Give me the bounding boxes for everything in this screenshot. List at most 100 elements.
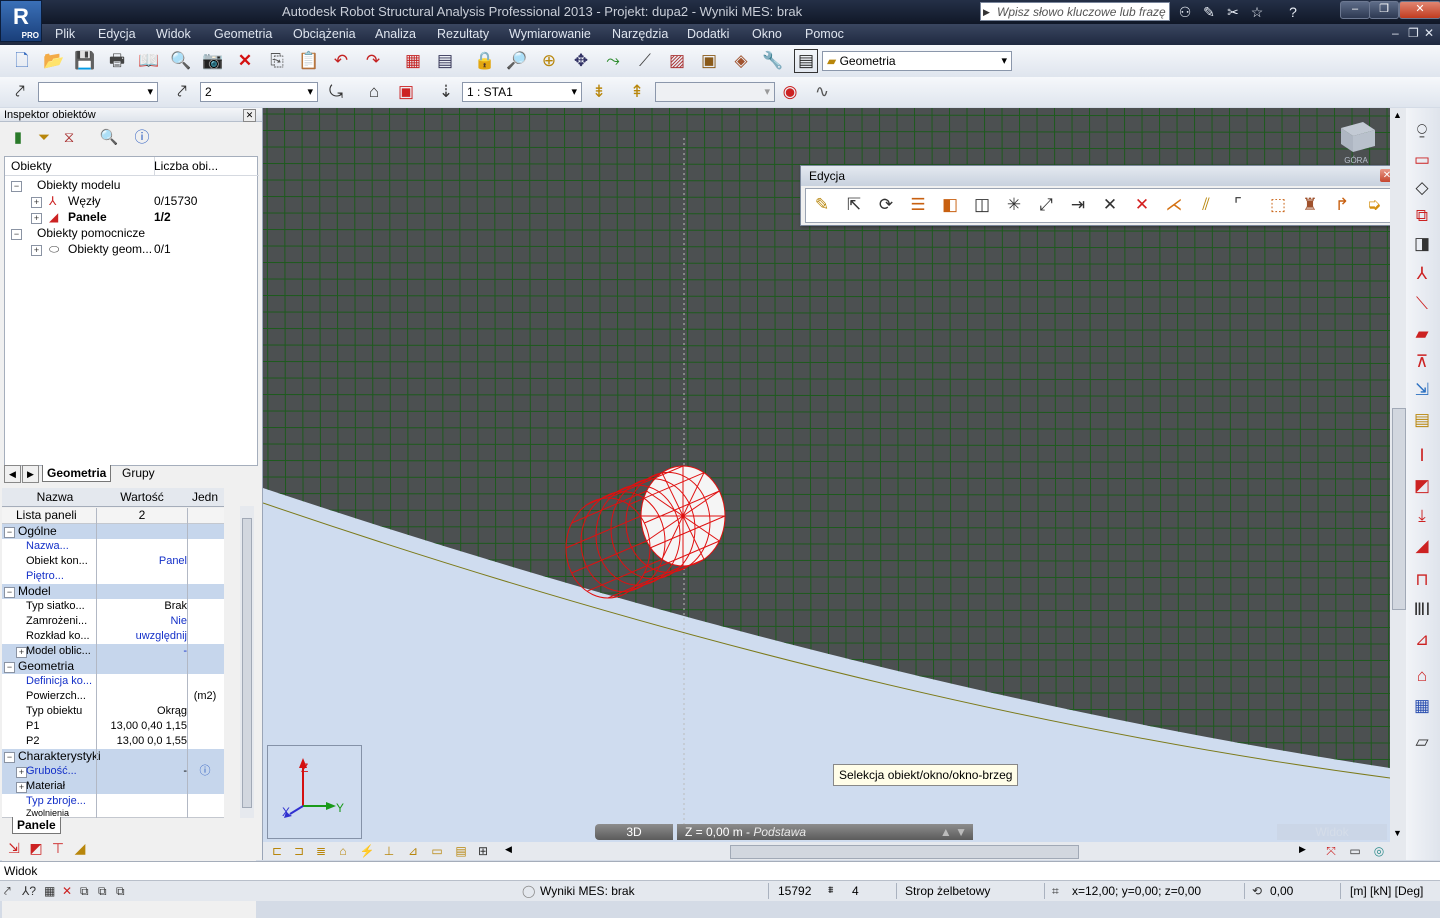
view-tool-icon[interactable]: ⊐ bbox=[287, 839, 311, 863]
structure-icon[interactable]: ⟋ bbox=[633, 49, 657, 73]
tree-collapse-icon[interactable]: − bbox=[11, 181, 22, 192]
prop-value[interactable]: Brak bbox=[97, 599, 187, 614]
loads-icon[interactable]: ⇲ bbox=[1410, 378, 1434, 402]
status-tool-icon[interactable]: ⧉ bbox=[98, 881, 107, 901]
group-collapse-icon[interactable]: − bbox=[4, 527, 15, 538]
prop-row[interactable]: P1 13,00 0,40 1,15 bbox=[2, 719, 224, 735]
view-tool-icon[interactable]: ≣ bbox=[309, 839, 333, 863]
edit-rotate-icon[interactable]: ⟳ bbox=[874, 193, 898, 217]
prop-value[interactable]: 13,00 0,40 1,15 bbox=[97, 719, 187, 734]
filter-icon[interactable]: ⤿ bbox=[324, 80, 348, 104]
viewcube[interactable]: GÓRA bbox=[1333, 120, 1379, 165]
supports-icon[interactable]: ⊼ bbox=[1410, 350, 1434, 374]
cube-section-icon[interactable]: ◩ bbox=[1410, 474, 1434, 498]
view-tool-icon[interactable]: ⊞ bbox=[471, 839, 495, 863]
exchange-icon[interactable]: ✂ bbox=[1224, 3, 1242, 21]
zoom-icon[interactable]: 🔎 bbox=[505, 49, 529, 73]
prop-value[interactable]: uwzględnij bbox=[97, 629, 187, 644]
props-scrollbar[interactable] bbox=[240, 506, 254, 818]
bottom-tool-icon[interactable]: ◩ bbox=[24, 836, 48, 860]
mdi-restore-icon[interactable]: ❐ bbox=[1408, 26, 1419, 40]
edit-move-icon[interactable]: ⇱ bbox=[842, 193, 866, 217]
frame-icon[interactable]: ⅢⅠ bbox=[1410, 598, 1434, 622]
menu-okno[interactable]: Okno bbox=[752, 27, 782, 41]
star-icon[interactable]: ☆ bbox=[1248, 3, 1266, 21]
panel-selection-combo[interactable]: 2 bbox=[200, 82, 318, 102]
edit-symmetry-icon[interactable]: ◫ bbox=[970, 193, 994, 217]
panel-list-row[interactable]: Lista paneli 2 bbox=[2, 508, 224, 524]
tree-node-auxiliary[interactable]: Obiekty pomocnicze bbox=[37, 225, 145, 241]
section-icon[interactable]: ▭ bbox=[1410, 148, 1434, 172]
select-node-icon[interactable]: ⤤ bbox=[8, 80, 32, 104]
menu-dodatki[interactable]: Dodatki bbox=[687, 27, 729, 41]
edit-corner-icon[interactable]: ⌜ bbox=[1226, 193, 1250, 217]
paste-icon[interactable]: 📋 bbox=[297, 49, 321, 73]
status-tool-icon[interactable]: ⅄? bbox=[22, 881, 36, 901]
releases-icon[interactable]: ▤ bbox=[1410, 408, 1434, 432]
menu-narzedzia[interactable]: Narzędzia bbox=[612, 27, 668, 41]
minimize-button[interactable]: – bbox=[1340, 1, 1370, 19]
tab-panele[interactable]: Panele bbox=[12, 817, 61, 834]
edit-brush-icon[interactable]: ✎ bbox=[810, 193, 834, 217]
view-mode-button[interactable]: 3D bbox=[595, 824, 673, 840]
prop-row[interactable]: Typ siatko... Brak bbox=[2, 599, 224, 615]
prop-row[interactable]: P2 13,00 0,0 1,55 bbox=[2, 734, 224, 750]
menu-wymiarowanie[interactable]: Wymiarowanie bbox=[509, 27, 591, 41]
tab-grupy[interactable]: Grupy bbox=[118, 465, 159, 481]
structure-type-icon[interactable]: ⍜ bbox=[1410, 118, 1434, 142]
edit-revolve-icon[interactable]: ♜ bbox=[1298, 193, 1322, 217]
inspector-select-icon[interactable]: ▮ bbox=[6, 126, 30, 150]
deformation-icon[interactable]: ∿ bbox=[810, 80, 834, 104]
prop-row[interactable]: Obiekt kon... Panel bbox=[2, 554, 224, 570]
layers-icon[interactable]: ▱ bbox=[1410, 730, 1434, 754]
save-icon[interactable]: 💾 bbox=[73, 49, 97, 73]
view-tool-icon[interactable]: ⌂ bbox=[331, 839, 355, 863]
hscroll-left-icon[interactable]: ◀ bbox=[505, 844, 512, 855]
view-option-icon[interactable]: ▭ bbox=[1343, 839, 1367, 863]
zoom-all-icon[interactable]: ⊕ bbox=[537, 49, 561, 73]
node-selection-combo[interactable] bbox=[38, 82, 158, 102]
prop-row[interactable]: Rozkład ko... uwzględnij bbox=[2, 629, 224, 645]
profile-icon[interactable]: ◨ bbox=[1410, 232, 1434, 256]
load-view-icon[interactable]: ⇞ bbox=[625, 80, 649, 104]
layout-icon[interactable]: ▤ bbox=[794, 49, 818, 73]
camera-icon[interactable]: 📷 bbox=[201, 49, 225, 73]
inspector-help-icon[interactable]: ⓘ bbox=[130, 126, 154, 150]
help-icon[interactable]: ? bbox=[1284, 3, 1302, 21]
prop-row[interactable]: Powierzch... (m2) bbox=[2, 689, 224, 705]
menu-plik[interactable]: Plik bbox=[55, 27, 75, 41]
copy-icon[interactable]: ⎘ bbox=[265, 49, 289, 73]
prop-value[interactable]: Okrąg bbox=[97, 704, 187, 719]
building-icon[interactable]: ⌂ bbox=[1410, 664, 1434, 688]
panels-icon[interactable]: ▰ bbox=[1410, 322, 1434, 346]
search-input[interactable]: Wpisz słowo kluczowe lub frazę bbox=[980, 2, 1170, 22]
print-icon[interactable]: 🖶 bbox=[105, 49, 129, 73]
edit-profile-icon[interactable]: ➭ bbox=[1362, 193, 1386, 217]
wrench-icon[interactable]: 🔧 bbox=[761, 49, 785, 73]
prop-value[interactable]: - bbox=[97, 644, 187, 659]
edit-trim-icon[interactable]: ✕ bbox=[1130, 193, 1154, 217]
stairs-icon[interactable]: ⊿ bbox=[1410, 628, 1434, 652]
view-tool-icon[interactable]: ⊥ bbox=[377, 839, 401, 863]
binoculars-icon[interactable]: ⚇ bbox=[1176, 3, 1194, 21]
edit-break-icon[interactable]: ⋌ bbox=[1162, 193, 1186, 217]
house-icon[interactable]: ⌂ bbox=[362, 80, 386, 104]
tree-node-panels[interactable]: Panele bbox=[68, 209, 107, 225]
group-general[interactable]: − Ogólne bbox=[2, 524, 224, 539]
tree-expand-icon[interactable]: + bbox=[31, 197, 42, 208]
prop-value[interactable]: 13,00 0,0 1,55 bbox=[97, 734, 187, 749]
prop-row[interactable]: Typ obiektu Okrąg bbox=[2, 704, 224, 720]
inspector-hourglass-icon[interactable]: ⧖ bbox=[57, 126, 81, 150]
units-display[interactable]: [m] [kN] [Deg] bbox=[1350, 881, 1423, 901]
hscroll-right-icon[interactable]: ▶ bbox=[1299, 844, 1306, 855]
view-tool-icon[interactable]: ▭ bbox=[425, 839, 449, 863]
tree-node-geom-objects[interactable]: Obiekty geom... bbox=[68, 241, 152, 257]
bottom-tool-icon[interactable]: ⇲ bbox=[2, 836, 26, 860]
prop-help-icon[interactable]: ⓘ bbox=[188, 764, 222, 779]
select-panel-icon[interactable]: ⤤ bbox=[170, 80, 194, 104]
status-tool-icon[interactable]: ⧉ bbox=[80, 881, 89, 901]
results-icon[interactable]: ◉ bbox=[778, 80, 802, 104]
app-logo[interactable]: R PRO bbox=[0, 0, 42, 42]
model-icon[interactable]: ▣ bbox=[394, 80, 418, 104]
tree-header-objects[interactable]: Obiekty bbox=[5, 157, 155, 176]
